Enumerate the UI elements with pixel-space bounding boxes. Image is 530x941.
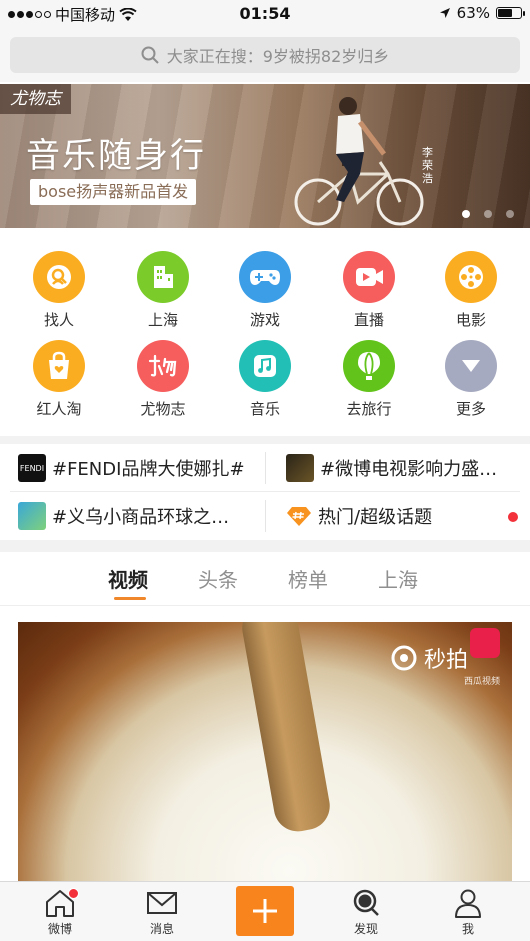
grid-item-movies[interactable]: 电影 (418, 251, 524, 330)
live-video-icon (343, 251, 395, 303)
find-people-icon (33, 251, 85, 303)
notification-badge (68, 888, 79, 899)
plus-icon (253, 899, 277, 923)
topic-item-hot-super[interactable]: 热门/超级话题 (286, 492, 486, 540)
chevron-down-icon (445, 340, 497, 392)
shortcut-grid: 找人 上海 游戏 直播 电影 红人淘 尤物志 音乐 去旅行 更多 (0, 228, 530, 436)
section-divider (0, 540, 530, 552)
topic-divider (265, 452, 266, 484)
video-watermark: 秒拍 (390, 642, 468, 674)
nav-label: 消息 (149, 922, 174, 936)
hashtag-diamond-icon (287, 507, 311, 526)
nav-messages[interactable]: 消息 (132, 888, 192, 937)
location-arrow-icon (439, 8, 450, 18)
youwuzhi-icon (137, 340, 189, 392)
grid-item-music[interactable]: 音乐 (212, 340, 318, 419)
topic-text: #微博电视影响力盛… (320, 459, 498, 480)
bottom-nav: 微博 消息 发现 我 (0, 881, 530, 941)
music-note-icon (239, 340, 291, 392)
nav-me[interactable]: 我 (438, 888, 498, 937)
search-placeholder: 大家正在搜：9岁被拐82岁归乡 (166, 47, 390, 66)
search-area: 大家正在搜：9岁被拐82岁归乡 (0, 28, 530, 82)
search-icon (141, 46, 159, 64)
topic-text: #FENDI品牌大使娜扎# (52, 459, 245, 480)
topic-text: 热门/超级话题 (318, 507, 433, 528)
status-bar: 中国移动 01:54 63% (0, 0, 530, 28)
active-tab-indicator (114, 597, 146, 600)
video-badge-icon (470, 628, 500, 658)
envelope-icon (147, 892, 177, 914)
film-reel-icon (445, 251, 497, 303)
banner-subtitle: bose扬声器新品首发 (30, 179, 197, 205)
grid-item-youwuzhi[interactable]: 尤物志 (110, 340, 216, 419)
grid-item-label: 去旅行 (346, 400, 392, 418)
gamepad-icon (239, 251, 291, 303)
grid-item-travel[interactable]: 去旅行 (316, 340, 422, 419)
grid-item-label: 尤物志 (140, 400, 186, 418)
city-icon (137, 251, 189, 303)
grid-item-label: 红人淘 (36, 400, 82, 418)
nav-label: 微博 (47, 922, 72, 936)
cyclist-illustration (294, 97, 424, 226)
topic-divider (265, 500, 266, 532)
nav-discover[interactable]: 发现 (336, 888, 396, 937)
grid-item-label: 音乐 (249, 400, 280, 418)
grid-item-label: 找人 (43, 311, 74, 329)
camera-ring-icon (391, 645, 417, 671)
grid-item-label: 上海 (147, 311, 178, 329)
status-right: 63% (439, 4, 525, 22)
watermark-text: 秒拍 (423, 648, 468, 673)
banner-credit: 李荣浩 (422, 146, 433, 185)
promo-banner[interactable]: 尤物志 音乐随身行 bose扬声器新品首发 李荣浩 (0, 84, 530, 228)
person-icon (455, 889, 481, 918)
magnifier-icon (353, 889, 379, 916)
topic-item[interactable]: #义乌小商品环球之… (18, 492, 258, 540)
grid-item-live[interactable]: 直播 (316, 251, 422, 330)
grid-item-label: 游戏 (249, 311, 280, 329)
pagination-dot[interactable] (506, 210, 514, 218)
grid-item-hongrentao[interactable]: 红人淘 (6, 340, 112, 419)
battery-fill (498, 9, 512, 17)
battery-icon (496, 7, 525, 19)
nav-label: 发现 (353, 922, 378, 936)
compose-button[interactable] (236, 886, 294, 936)
battery-percent: 63% (456, 4, 490, 22)
topic-thumbnail: FENDI (18, 454, 46, 482)
video-player[interactable]: 秒拍 西瓜视频 (18, 622, 512, 884)
pagination-dot[interactable] (484, 210, 492, 218)
shopping-bag-icon (33, 340, 85, 392)
grid-item-games[interactable]: 游戏 (212, 251, 318, 330)
feed-tabs: 视频 头条 榜单 上海 (0, 552, 530, 606)
topic-item[interactable]: FENDI #FENDI品牌大使娜扎# (18, 444, 258, 492)
tab-headlines[interactable]: 头条 (198, 564, 238, 593)
grid-item-find-people[interactable]: 找人 (6, 251, 112, 330)
grid-item-more[interactable]: 更多 (418, 340, 524, 419)
tab-rankings[interactable]: 榜单 (288, 564, 328, 593)
search-input[interactable]: 大家正在搜：9岁被拐82岁归乡 (10, 37, 520, 73)
video-frame-stick (238, 622, 334, 836)
hot-topics: FENDI #FENDI品牌大使娜扎# #微博电视影响力盛… #义乌小商品环球之… (0, 444, 530, 540)
topic-thumbnail (286, 454, 314, 482)
balloon-icon (343, 340, 395, 392)
banner-tag: 尤物志 (0, 84, 71, 114)
section-divider (0, 436, 530, 444)
tab-video[interactable]: 视频 (108, 564, 148, 593)
nav-home[interactable]: 微博 (30, 888, 90, 937)
new-badge (508, 512, 518, 522)
topic-divider (10, 491, 520, 492)
topic-item[interactable]: #微博电视影响力盛… (286, 444, 516, 492)
banner-pagination[interactable] (462, 210, 514, 218)
grid-item-label: 直播 (353, 311, 384, 329)
grid-item-label: 电影 (455, 311, 486, 329)
tab-shanghai[interactable]: 上海 (378, 564, 418, 593)
topic-text: #义乌小商品环球之… (52, 507, 230, 528)
grid-item-label: 更多 (455, 400, 486, 418)
topic-thumbnail (18, 502, 46, 530)
banner-title: 音乐随身行 (26, 136, 206, 176)
grid-item-shanghai[interactable]: 上海 (110, 251, 216, 330)
nav-label: 我 (461, 922, 474, 936)
pagination-dot[interactable] (462, 210, 470, 218)
watermark-subtext: 西瓜视频 (463, 677, 500, 687)
